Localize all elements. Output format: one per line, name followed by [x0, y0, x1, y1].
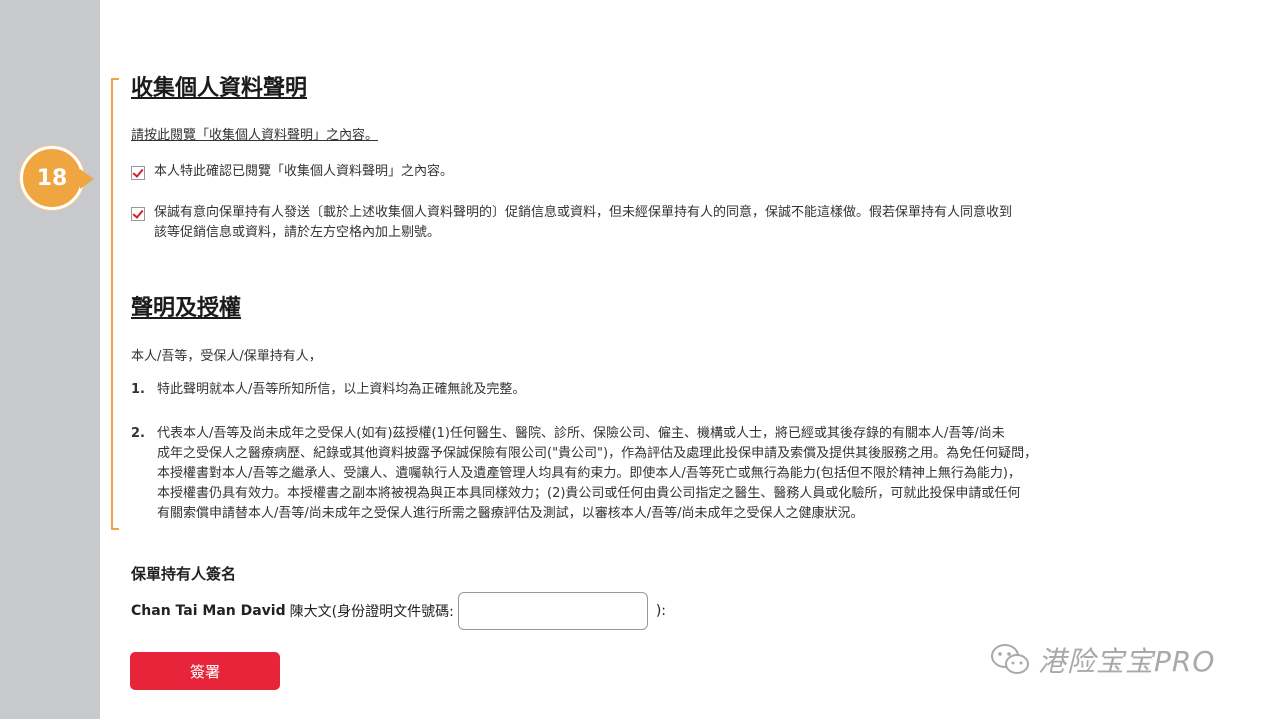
item-number: 2.	[131, 426, 145, 441]
id-number-input[interactable]	[457, 592, 648, 630]
watermark: 港险宝宝PRO	[990, 640, 1215, 680]
item-text: 代表本人/吾等及尚未成年之受保人(如有)茲授權(1)任何醫生、醫院、診所、保險公…	[157, 424, 1037, 524]
item-number: 1.	[131, 382, 145, 397]
item-line: 成年之受保人之醫療病歷、紀錄或其他資料披露予保誠保險有限公司("貴公司")，作為…	[157, 446, 1038, 461]
highlight-bracket	[111, 78, 119, 530]
left-rail	[0, 0, 100, 719]
view-statement-link[interactable]: 請按此閱覽「收集個人資料聲明」之內容。	[131, 124, 378, 143]
declaration-intro: 本人/吾等，受保人/保單持有人，	[131, 349, 322, 364]
section-title-personal-data: 收集個人資料聲明	[131, 76, 308, 101]
step-number: 18	[36, 165, 68, 191]
section-title-declaration: 聲明及授權	[131, 296, 242, 321]
watermark-text: 港险宝宝PRO	[1038, 645, 1216, 678]
wechat-icon	[991, 644, 1029, 674]
policyholder-name: Chan Tai Man David	[131, 603, 286, 619]
confirm-read-checkbox[interactable]	[131, 166, 145, 180]
item-line: 特此聲明就本人/吾等所知所信，以上資料均為正確無訛及完整。	[157, 382, 526, 397]
id-label: 陳大文(身份證明文件號碼:	[289, 604, 454, 620]
signature-title: 保單持有人簽名	[131, 565, 237, 583]
step-badge: 18	[20, 146, 94, 210]
marketing-consent-line: 保誠有意向保單持有人發送〔載於上述收集個人資料聲明的〕促銷信息或資料，但未經保單…	[154, 205, 1013, 220]
id-suffix: ):	[655, 603, 667, 619]
sign-button[interactable]: 簽署	[130, 652, 280, 690]
marketing-consent-label: 保誠有意向保單持有人發送〔載於上述收集個人資料聲明的〕促銷信息或資料，但未經保單…	[154, 203, 1012, 243]
confirm-read-label: 本人特此確認已閱覽「收集個人資料聲明」之內容。	[154, 164, 454, 179]
confirm-read-row: 本人特此確認已閱覽「收集個人資料聲明」之內容。	[131, 162, 453, 182]
signature-row: Chan Tai Man David 陳大文(身份證明文件號碼: ):	[131, 592, 666, 630]
declaration-item: 2. 代表本人/吾等及尚未成年之受保人(如有)茲授權(1)任何醫生、醫院、診所、…	[131, 424, 1037, 524]
marketing-consent-checkbox[interactable]	[131, 207, 145, 221]
item-line: 有關索償申請替本人/吾等/尚未成年之受保人進行所需之醫療評估及測試，以審核本人/…	[157, 506, 864, 521]
item-text: 特此聲明就本人/吾等所知所信，以上資料均為正確無訛及完整。	[157, 380, 525, 400]
marketing-consent-row: 保誠有意向保單持有人發送〔載於上述收集個人資料聲明的〕促銷信息或資料，但未經保單…	[131, 203, 1012, 243]
declaration-item: 1. 特此聲明就本人/吾等所知所信，以上資料均為正確無訛及完整。	[131, 380, 525, 400]
item-line: 本授權書對本人/吾等之繼承人、受讓人、遺囑執行人及遺產管理人均具有約束力。即使本…	[157, 466, 1021, 481]
marketing-consent-line: 該等促銷信息或資料，請於左方空格內加上剔號。	[154, 225, 441, 240]
item-line: 本授權書仍具有效力。本授權書之副本將被視為與正本具同樣效力；(2)貴公司或任何由…	[157, 486, 1021, 501]
item-line: 代表本人/吾等及尚未成年之受保人(如有)茲授權(1)任何醫生、醫院、診所、保險公…	[157, 426, 1005, 441]
